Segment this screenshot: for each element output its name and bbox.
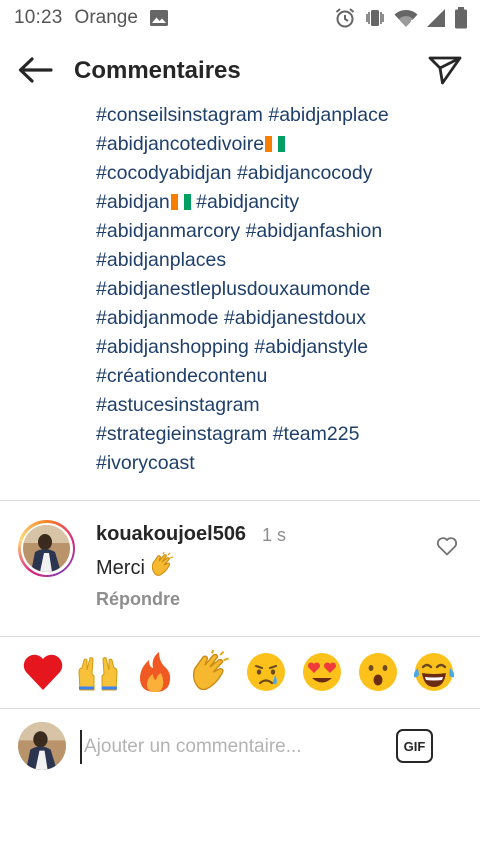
caption-line: #abidjanmarcory #abidjanfashion: [96, 217, 466, 246]
hashtag-link[interactable]: #abidjanplace: [268, 104, 388, 126]
clapping-hands-icon: [149, 551, 175, 584]
divider: [0, 708, 480, 709]
tears-of-joy-icon: [412, 651, 456, 698]
caption-line: #abidjanestleplusdouxaumonde: [96, 275, 466, 304]
emoji-raising-hands-button[interactable]: [74, 650, 122, 698]
hashtag-link[interactable]: #abidjanmarcory: [96, 220, 240, 242]
caption-line: #abidjanshopping #abidjanstyle: [96, 333, 466, 362]
emoji-crying-face-button[interactable]: [242, 650, 290, 698]
header: Commentaires: [0, 44, 480, 100]
status-bar: 10:23 Orange: [0, 0, 480, 36]
comment-timestamp: 1 s: [262, 525, 287, 545]
quick-reactions-bar: [0, 646, 480, 706]
hashtag-link[interactable]: #abidjancocody: [237, 162, 373, 184]
hashtag-link[interactable]: #cocodyabidjan: [96, 162, 232, 184]
emoji-heart-eyes-button[interactable]: [298, 650, 346, 698]
divider: [0, 500, 480, 501]
comment-composer: GIF: [0, 710, 480, 784]
hashtag-link[interactable]: #abidjancotedivoire: [96, 133, 264, 155]
hashtag-link[interactable]: #ivorycoast: [96, 452, 195, 474]
caption-line: #ivorycoast: [96, 449, 466, 478]
heart-outline-icon: [436, 537, 458, 560]
hashtag-link[interactable]: #abidjanestdoux: [224, 307, 366, 329]
clapping-hands-icon: [188, 649, 232, 699]
hashtag-link[interactable]: #abidjanplaces: [96, 249, 226, 271]
caption-line: #astucesinstagram: [96, 391, 466, 420]
caption-line: #strategieinstagram #team225: [96, 420, 466, 449]
caption-line: #cocodyabidjan #abidjancocody: [96, 159, 466, 188]
crying-face-icon: [245, 651, 287, 698]
emoji-tears-of-joy-button[interactable]: [410, 650, 458, 698]
red-heart-icon: [21, 652, 65, 697]
hashtag-link[interactable]: #abidjanmode: [96, 307, 219, 329]
hashtag-link[interactable]: #abidjanstyle: [254, 336, 368, 358]
hashtag-link[interactable]: #abidjanshopping: [96, 336, 249, 358]
status-carrier: Orange: [74, 7, 138, 28]
hashtag-link[interactable]: #abidjan: [96, 191, 170, 213]
hashtag-link[interactable]: #abidjanestleplusdouxaumonde: [96, 278, 370, 300]
comment-text: Merci: [96, 556, 145, 579]
caption-line: #abidjan #abidjancity: [96, 188, 466, 217]
raising-hands-icon: [75, 652, 121, 697]
hashtag-link[interactable]: #conseilsinstagram: [96, 104, 263, 126]
hashtag-link[interactable]: #astucesinstagram: [96, 394, 260, 416]
hashtag-link[interactable]: #créationdecontenu: [96, 365, 267, 387]
alarm-icon: [334, 7, 356, 29]
post-caption: #conseilsinstagram #abidjanplace #abidjan…: [96, 101, 466, 478]
emoji-fire-button[interactable]: [131, 650, 179, 698]
status-time: 10:23: [14, 7, 63, 28]
ivory-coast-flag-icon: [265, 132, 286, 152]
fire-icon: [135, 650, 175, 699]
wifi-icon: [394, 8, 418, 28]
emoji-red-heart-button[interactable]: [19, 650, 67, 698]
divider: [0, 636, 480, 637]
share-button[interactable]: [426, 53, 464, 91]
comment-item: kouakoujoel506 1 s Merci Répondre: [0, 502, 480, 636]
hashtag-link[interactable]: #abidjancity: [196, 191, 299, 213]
user-avatar: [18, 722, 66, 770]
caption-line: #conseilsinstagram #abidjanplace: [96, 101, 466, 130]
heart-eyes-icon: [301, 651, 343, 698]
vibrate-icon: [364, 7, 386, 29]
paper-plane-icon: [428, 55, 462, 90]
caption-line: #abidjanplaces: [96, 246, 466, 275]
caption-line: #créationdecontenu: [96, 362, 466, 391]
caption-line: #abidjanmode #abidjanestdoux: [96, 304, 466, 333]
gif-button[interactable]: GIF: [396, 729, 433, 763]
battery-icon: [454, 7, 468, 29]
comment-username[interactable]: kouakoujoel506: [96, 523, 246, 546]
hashtag-link[interactable]: #team225: [273, 423, 360, 445]
arrow-left-icon: [17, 56, 53, 89]
back-button[interactable]: [14, 54, 56, 90]
page-title: Commentaires: [74, 57, 241, 84]
hashtag-link[interactable]: #strategieinstagram: [96, 423, 267, 445]
emoji-astonished-face-button[interactable]: [354, 650, 402, 698]
hashtag-link[interactable]: #abidjanfashion: [246, 220, 383, 242]
status-icons: [334, 7, 468, 29]
emoji-clapping-hands-button[interactable]: [186, 649, 234, 699]
comment-input[interactable]: [80, 730, 380, 764]
astonished-face-icon: [357, 651, 399, 698]
signal-icon: [426, 8, 446, 28]
like-comment-button[interactable]: [436, 536, 460, 560]
comment-body: Merci: [96, 551, 175, 584]
caption-line: #abidjancotedivoire: [96, 130, 466, 159]
commenter-avatar[interactable]: [18, 520, 75, 577]
image-icon: [149, 10, 168, 26]
reply-button[interactable]: Répondre: [96, 589, 180, 610]
ivory-coast-flag-icon: [170, 190, 191, 210]
